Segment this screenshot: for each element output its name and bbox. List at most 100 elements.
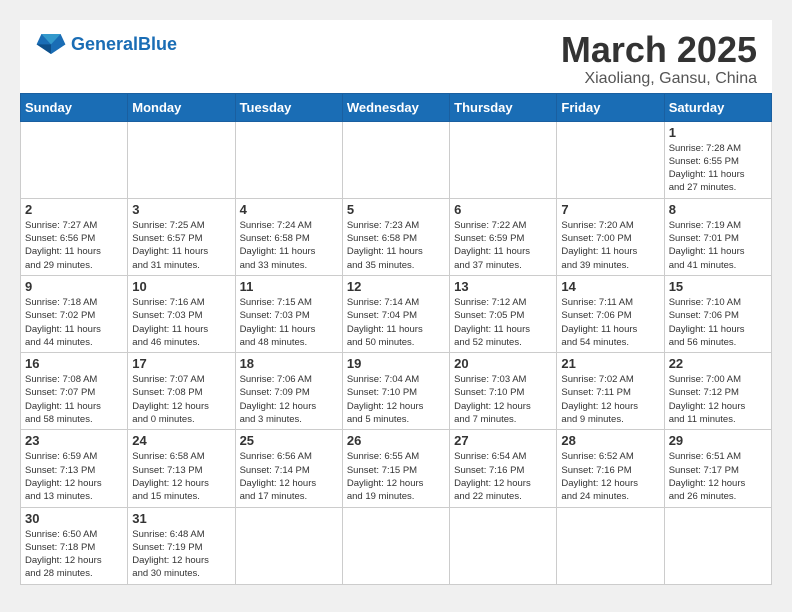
day-number: 3 <box>132 202 230 217</box>
day-number: 12 <box>347 279 445 294</box>
weekday-header-friday: Friday <box>557 93 664 121</box>
day-cell: 3 Sunrise: 7:25 AM Sunset: 6:57 PM Daylig… <box>128 198 235 275</box>
day-cell: 6Sunrise: 7:22 AM Sunset: 6:59 PM Daylig… <box>450 198 557 275</box>
day-number: 23 <box>25 433 123 448</box>
day-info: Sunrise: 7:00 AM Sunset: 7:12 PM Dayligh… <box>669 373 767 426</box>
day-cell <box>450 507 557 584</box>
day-cell: 9 Sunrise: 7:18 AM Sunset: 7:02 PM Daylig… <box>21 275 128 352</box>
day-info: Sunrise: 6:55 AM Sunset: 7:15 PM Dayligh… <box>347 450 445 503</box>
day-number: 20 <box>454 356 552 371</box>
day-info: Sunrise: 7:11 AM Sunset: 7:06 PM Dayligh… <box>561 296 659 349</box>
day-number: 5 <box>347 202 445 217</box>
day-cell: 2Sunrise: 7:27 AM Sunset: 6:56 PM Daylig… <box>21 198 128 275</box>
calendar-container: GeneralBlue March 2025 Xiaoliang, Gansu,… <box>20 20 772 585</box>
day-cell: 1 Sunrise: 7:28 AM Sunset: 6:55 PM Daylig… <box>664 121 771 198</box>
day-number: 18 <box>240 356 338 371</box>
day-cell: 15Sunrise: 7:10 AM Sunset: 7:06 PM Dayli… <box>664 275 771 352</box>
weekday-header-monday: Monday <box>128 93 235 121</box>
logo: GeneralBlue <box>35 30 177 58</box>
day-cell: 5 Sunrise: 7:23 AM Sunset: 6:58 PM Daylig… <box>342 198 449 275</box>
day-cell: 31Sunrise: 6:48 AM Sunset: 7:19 PM Dayli… <box>128 507 235 584</box>
day-number: 24 <box>132 433 230 448</box>
day-number: 7 <box>561 202 659 217</box>
day-cell: 18 Sunrise: 7:06 AM Sunset: 7:09 PM Dayli… <box>235 353 342 430</box>
weekday-header-thursday: Thursday <box>450 93 557 121</box>
day-cell: 29 Sunrise: 6:51 AM Sunset: 7:17 PM Dayli… <box>664 430 771 507</box>
day-cell <box>450 121 557 198</box>
day-info: Sunrise: 7:06 AM Sunset: 7:09 PM Dayligh… <box>240 373 338 426</box>
day-info: Sunrise: 7:02 AM Sunset: 7:11 PM Dayligh… <box>561 373 659 426</box>
day-number: 30 <box>25 511 123 526</box>
day-info: Sunrise: 6:51 AM Sunset: 7:17 PM Dayligh… <box>669 450 767 503</box>
day-cell: 25 Sunrise: 6:56 AM Sunset: 7:14 PM Dayli… <box>235 430 342 507</box>
day-info: Sunrise: 6:54 AM Sunset: 7:16 PM Dayligh… <box>454 450 552 503</box>
week-row-1: 1 Sunrise: 7:28 AM Sunset: 6:55 PM Daylig… <box>21 121 772 198</box>
day-number: 17 <box>132 356 230 371</box>
day-info: Sunrise: 7:24 AM Sunset: 6:58 PM Dayligh… <box>240 219 338 272</box>
day-info: Sunrise: 7:08 AM Sunset: 7:07 PM Dayligh… <box>25 373 123 426</box>
day-number: 21 <box>561 356 659 371</box>
day-info: Sunrise: 7:15 AM Sunset: 7:03 PM Dayligh… <box>240 296 338 349</box>
day-info: Sunrise: 7:25 AM Sunset: 6:57 PM Dayligh… <box>132 219 230 272</box>
day-cell: 14 Sunrise: 7:11 AM Sunset: 7:06 PM Dayli… <box>557 275 664 352</box>
day-info: Sunrise: 7:28 AM Sunset: 6:55 PM Dayligh… <box>669 142 767 195</box>
header: GeneralBlue March 2025 Xiaoliang, Gansu,… <box>20 20 772 93</box>
day-cell: 24 Sunrise: 6:58 AM Sunset: 7:13 PM Dayli… <box>128 430 235 507</box>
day-info: Sunrise: 7:18 AM Sunset: 7:02 PM Dayligh… <box>25 296 123 349</box>
day-info: Sunrise: 6:50 AM Sunset: 7:18 PM Dayligh… <box>25 528 123 581</box>
day-cell: 12 Sunrise: 7:14 AM Sunset: 7:04 PM Dayli… <box>342 275 449 352</box>
day-number: 14 <box>561 279 659 294</box>
day-number: 22 <box>669 356 767 371</box>
day-info: Sunrise: 6:59 AM Sunset: 7:13 PM Dayligh… <box>25 450 123 503</box>
day-number: 9 <box>25 279 123 294</box>
day-cell: 8Sunrise: 7:19 AM Sunset: 7:01 PM Daylig… <box>664 198 771 275</box>
day-info: Sunrise: 7:12 AM Sunset: 7:05 PM Dayligh… <box>454 296 552 349</box>
day-cell: 23 Sunrise: 6:59 AM Sunset: 7:13 PM Dayli… <box>21 430 128 507</box>
day-info: Sunrise: 7:14 AM Sunset: 7:04 PM Dayligh… <box>347 296 445 349</box>
day-number: 25 <box>240 433 338 448</box>
day-info: Sunrise: 7:03 AM Sunset: 7:10 PM Dayligh… <box>454 373 552 426</box>
logo-icon <box>35 30 67 58</box>
day-cell: 19Sunrise: 7:04 AM Sunset: 7:10 PM Dayli… <box>342 353 449 430</box>
day-info: Sunrise: 6:48 AM Sunset: 7:19 PM Dayligh… <box>132 528 230 581</box>
week-row-2: 2Sunrise: 7:27 AM Sunset: 6:56 PM Daylig… <box>21 198 772 275</box>
calendar-table: SundayMondayTuesdayWednesdayThursdayFrid… <box>20 93 772 585</box>
day-info: Sunrise: 7:07 AM Sunset: 7:08 PM Dayligh… <box>132 373 230 426</box>
day-number: 26 <box>347 433 445 448</box>
day-cell: 11 Sunrise: 7:15 AM Sunset: 7:03 PM Dayli… <box>235 275 342 352</box>
day-number: 1 <box>669 125 767 140</box>
week-row-5: 23 Sunrise: 6:59 AM Sunset: 7:13 PM Dayli… <box>21 430 772 507</box>
day-info: Sunrise: 7:22 AM Sunset: 6:59 PM Dayligh… <box>454 219 552 272</box>
weekday-header-sunday: Sunday <box>21 93 128 121</box>
day-number: 27 <box>454 433 552 448</box>
day-number: 11 <box>240 279 338 294</box>
day-cell <box>128 121 235 198</box>
logo-general: General <box>71 34 138 54</box>
day-info: Sunrise: 7:23 AM Sunset: 6:58 PM Dayligh… <box>347 219 445 272</box>
day-cell: 17 Sunrise: 7:07 AM Sunset: 7:08 PM Dayli… <box>128 353 235 430</box>
week-row-6: 30 Sunrise: 6:50 AM Sunset: 7:18 PM Dayli… <box>21 507 772 584</box>
day-info: Sunrise: 7:19 AM Sunset: 7:01 PM Dayligh… <box>669 219 767 272</box>
day-info: Sunrise: 6:52 AM Sunset: 7:16 PM Dayligh… <box>561 450 659 503</box>
day-cell: 13Sunrise: 7:12 AM Sunset: 7:05 PM Dayli… <box>450 275 557 352</box>
day-info: Sunrise: 7:20 AM Sunset: 7:00 PM Dayligh… <box>561 219 659 272</box>
weekday-header-row: SundayMondayTuesdayWednesdayThursdayFrid… <box>21 93 772 121</box>
day-info: Sunrise: 6:56 AM Sunset: 7:14 PM Dayligh… <box>240 450 338 503</box>
weekday-header-wednesday: Wednesday <box>342 93 449 121</box>
day-info: Sunrise: 6:58 AM Sunset: 7:13 PM Dayligh… <box>132 450 230 503</box>
day-number: 16 <box>25 356 123 371</box>
day-cell <box>342 121 449 198</box>
day-cell: 10Sunrise: 7:16 AM Sunset: 7:03 PM Dayli… <box>128 275 235 352</box>
day-number: 28 <box>561 433 659 448</box>
day-number: 19 <box>347 356 445 371</box>
day-cell <box>235 121 342 198</box>
week-row-3: 9 Sunrise: 7:18 AM Sunset: 7:02 PM Daylig… <box>21 275 772 352</box>
day-number: 4 <box>240 202 338 217</box>
month-title: March 2025 <box>561 30 757 70</box>
day-cell: 26 Sunrise: 6:55 AM Sunset: 7:15 PM Dayli… <box>342 430 449 507</box>
day-number: 2 <box>25 202 123 217</box>
day-number: 29 <box>669 433 767 448</box>
day-cell: 22 Sunrise: 7:00 AM Sunset: 7:12 PM Dayli… <box>664 353 771 430</box>
day-cell <box>557 507 664 584</box>
day-cell: 30 Sunrise: 6:50 AM Sunset: 7:18 PM Dayli… <box>21 507 128 584</box>
